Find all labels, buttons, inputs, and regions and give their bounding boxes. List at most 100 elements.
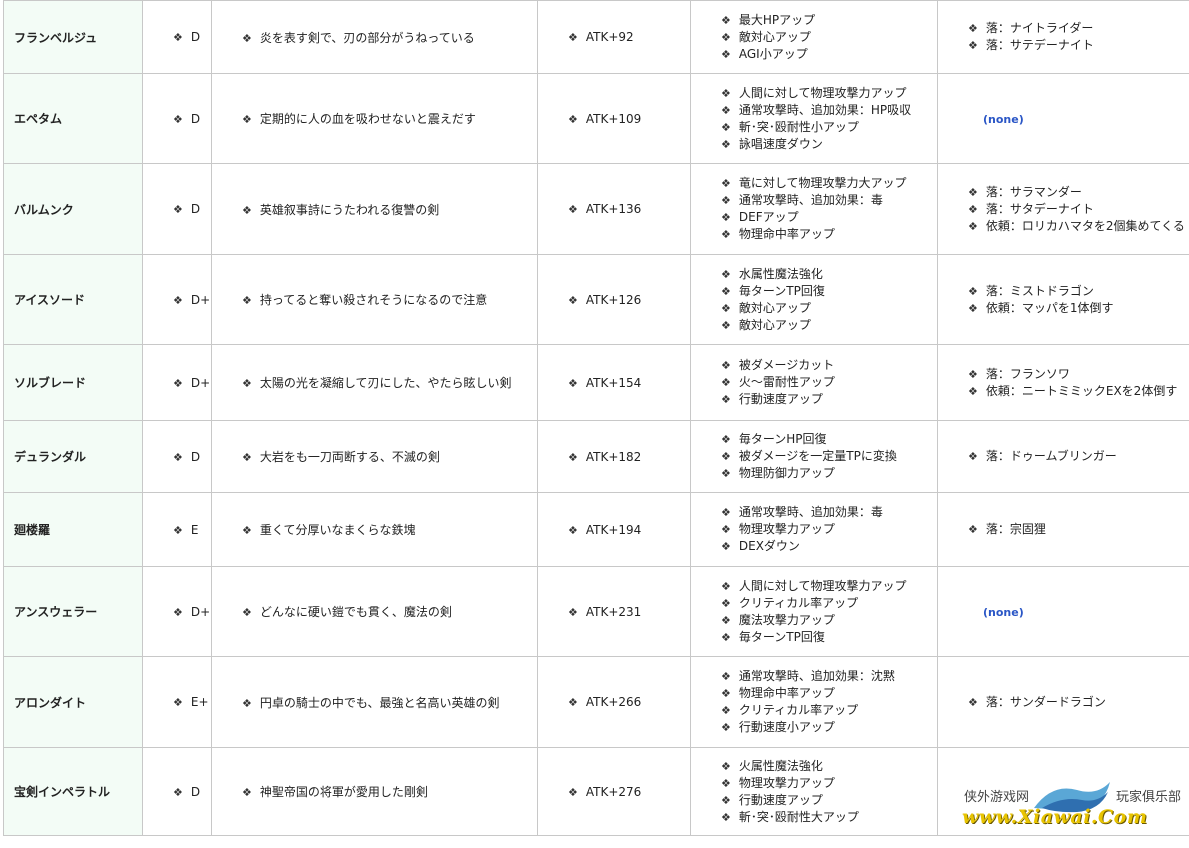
weapon-effect-cell: 通常攻撃時、追加効果：毒物理攻撃力アップDEXダウン bbox=[690, 492, 938, 567]
weapon-rank-cell: D bbox=[142, 420, 212, 493]
weapon-atk-cell: ATK+126 bbox=[537, 254, 691, 345]
table-row: アンスウェラー D+ どんなに硬い鎧でも貫く、魔法の剣 ATK+231 人間に対して物理… bbox=[3, 566, 1189, 657]
weapon-effect-item: 人間に対して物理攻撃力アップ bbox=[721, 578, 937, 595]
weapon-description: 神聖帝国の将軍が愛用した剛剣 bbox=[242, 785, 428, 799]
weapon-effect-item: 物理命中率アップ bbox=[721, 226, 937, 243]
weapon-rank: D+ bbox=[173, 605, 210, 619]
weapon-atk: ATK+194 bbox=[568, 523, 641, 537]
weapon-effect-list: 毎ターンHP回復被ダメージを一定量TPに変換物理防御力アップ bbox=[721, 431, 937, 482]
weapon-table: フランベルジュ D 炎を表す剣で、刃の部分がうねっている ATK+92 最大HPアップ敵… bbox=[3, 0, 1189, 836]
weapon-source-list: 落：サラマンダー落：サタデーナイト依頼：ロリカハマタを2個集めてくる bbox=[968, 184, 1189, 235]
weapon-rank: D bbox=[173, 450, 200, 464]
weapon-description: 炎を表す剣で、刃の部分がうねっている bbox=[242, 31, 475, 45]
weapon-rank-cell: D bbox=[142, 0, 212, 74]
weapon-effect-cell: 通常攻撃時、追加効果：沈黙物理命中率アップクリティカル率アップ行動速度小アップ bbox=[690, 656, 938, 748]
weapon-rank: D+ bbox=[173, 293, 210, 307]
weapon-description: 持ってると奪い殺されそうになるので注意 bbox=[242, 293, 487, 307]
weapon-name: アンスウェラー bbox=[14, 605, 98, 619]
weapon-source-cell: 落：フランソワ依頼：ニートミミックEXを2体倒す bbox=[937, 344, 1189, 421]
weapon-description-cell: 英雄叙事詩にうたわれる復讐の剣 bbox=[211, 163, 538, 255]
weapon-name-cell: フランベルジュ bbox=[3, 0, 143, 74]
weapon-effect-item: 毎ターンTP回復 bbox=[721, 283, 937, 300]
weapon-effect-item: 人間に対して物理攻撃力アップ bbox=[721, 85, 937, 102]
weapon-atk: ATK+154 bbox=[568, 376, 641, 390]
weapon-source-item: 落：サンダードラゴン bbox=[968, 694, 1189, 711]
weapon-effect-item: 行動速度アップ bbox=[721, 792, 937, 809]
weapon-effect-item: 通常攻撃時、追加効果：HP吸収 bbox=[721, 102, 937, 119]
weapon-rank: D bbox=[173, 202, 200, 216]
weapon-effect-item: 通常攻撃時、追加効果：毒 bbox=[721, 192, 937, 209]
weapon-atk: ATK+92 bbox=[568, 30, 634, 44]
weapon-name-cell: アンスウェラー bbox=[3, 566, 143, 657]
weapon-effect-item: 斬･突･殴耐性大アップ bbox=[721, 809, 937, 826]
weapon-source-item: 依頼：ロリカハマタを2個集めてくる bbox=[968, 218, 1189, 235]
weapon-source-item: 落：サテデーナイト bbox=[968, 37, 1189, 54]
weapon-atk-cell: ATK+182 bbox=[537, 420, 691, 493]
weapon-effect-cell: 最大HPアップ敵対心アップAGI小アップ bbox=[690, 0, 938, 74]
weapon-source-item: 落：サタデーナイト bbox=[968, 201, 1189, 218]
weapon-atk: ATK+276 bbox=[568, 785, 641, 799]
weapon-effect-item: 物理攻撃力アップ bbox=[721, 775, 937, 792]
weapon-description-cell: 円卓の騎士の中でも、最強と名高い英雄の剣 bbox=[211, 656, 538, 748]
weapon-atk: ATK+109 bbox=[568, 112, 641, 126]
weapon-source-cell: 落：サンダードラゴン bbox=[937, 656, 1189, 748]
weapon-source-cell: 落：宗固狸 bbox=[937, 492, 1189, 567]
weapon-atk: ATK+182 bbox=[568, 450, 641, 464]
weapon-name-cell: アイスソード bbox=[3, 254, 143, 345]
weapon-source-list: 落：フランソワ依頼：ニートミミックEXを2体倒す bbox=[968, 366, 1189, 400]
weapon-rank-cell: D bbox=[142, 163, 212, 255]
weapon-effect-list: 通常攻撃時、追加効果：沈黙物理命中率アップクリティカル率アップ行動速度小アップ bbox=[721, 668, 937, 736]
weapon-effect-item: 詠唱速度ダウン bbox=[721, 136, 937, 153]
weapon-rank-cell: D+ bbox=[142, 254, 212, 345]
weapon-name-cell: ソルブレード bbox=[3, 344, 143, 421]
weapon-description: 大岩をも一刀両断する、不滅の剣 bbox=[242, 450, 440, 464]
weapon-effect-list: 通常攻撃時、追加効果：毒物理攻撃力アップDEXダウン bbox=[721, 504, 937, 555]
weapon-source-cell: 落：ミストドラゴン依頼：マッパを1体倒す bbox=[937, 254, 1189, 345]
weapon-name: バルムンク bbox=[14, 202, 74, 217]
weapon-rank: D bbox=[173, 30, 200, 44]
weapon-source-item: 落：フランソワ bbox=[968, 366, 1189, 383]
weapon-rank-cell: E bbox=[142, 492, 212, 567]
weapon-effect-cell: 人間に対して物理攻撃力アップ通常攻撃時、追加効果：HP吸収斬･突･殴耐性小アップ… bbox=[690, 73, 938, 164]
weapon-description-cell: 重くて分厚いなまくらな鉄塊 bbox=[211, 492, 538, 567]
table-row: アロンダイト E+ 円卓の騎士の中でも、最強と名高い英雄の剣 ATK+266 通常攻撃時… bbox=[3, 656, 1189, 748]
weapon-description-cell: 炎を表す剣で、刃の部分がうねっている bbox=[211, 0, 538, 74]
weapon-name: デュランダル bbox=[14, 450, 87, 464]
weapon-effect-item: 物理攻撃力アップ bbox=[721, 521, 937, 538]
weapon-effect-item: 毎ターンTP回復 bbox=[721, 629, 937, 646]
weapon-name: アイスソード bbox=[14, 293, 86, 307]
weapon-effect-item: 火属性魔法強化 bbox=[721, 758, 937, 775]
weapon-description-cell: どんなに硬い鎧でも貫く、魔法の剣 bbox=[211, 566, 538, 657]
weapon-name-cell: 宝剣インペラトル bbox=[3, 747, 143, 836]
weapon-description: 英雄叙事詩にうたわれる復讐の剣 bbox=[242, 203, 439, 217]
weapon-rank-cell: D bbox=[142, 747, 212, 836]
weapon-effect-item: 敵対心アップ bbox=[721, 317, 937, 334]
weapon-source-item: 落：宗固狸 bbox=[968, 521, 1189, 538]
table-row: 廻楼羅 E 重くて分厚いなまくらな鉄塊 ATK+194 通常攻撃時、追加効果：毒物理攻撃… bbox=[3, 492, 1189, 567]
weapon-source-list: 落：サンダードラゴン bbox=[968, 694, 1189, 711]
weapon-source-cell: (none) bbox=[937, 566, 1189, 657]
weapon-effect-item: 斬･突･殴耐性小アップ bbox=[721, 119, 937, 136]
weapon-effect-cell: 竜に対して物理攻撃力大アップ通常攻撃時、追加効果：毒DEFアップ物理命中率アップ bbox=[690, 163, 938, 255]
weapon-rank: D+ bbox=[173, 376, 210, 390]
weapon-rank-cell: D bbox=[142, 73, 212, 164]
weapon-atk: ATK+136 bbox=[568, 202, 641, 216]
weapon-name-cell: エペタム bbox=[3, 73, 143, 164]
weapon-source-cell: 落：サラマンダー落：サタデーナイト依頼：ロリカハマタを2個集めてくる bbox=[937, 163, 1189, 255]
weapon-source-list: 落：ナイトライダー落：サテデーナイト bbox=[968, 20, 1189, 54]
watermark-url: www.Xiawai.Com bbox=[962, 806, 1148, 828]
weapon-source-list: 落：宗固狸 bbox=[968, 521, 1189, 538]
weapon-source-item: 落：ドゥームブリンガー bbox=[968, 448, 1189, 465]
weapon-source-list: 落：ドゥームブリンガー bbox=[968, 448, 1189, 465]
weapon-name: フランベルジュ bbox=[14, 30, 98, 45]
weapon-effect-cell: 人間に対して物理攻撃力アップクリティカル率アップ魔法攻撃力アップ毎ターンTP回復 bbox=[690, 566, 938, 657]
weapon-source-item: 依頼：ニートミミックEXを2体倒す bbox=[968, 383, 1189, 400]
weapon-name: エペタム bbox=[14, 112, 63, 126]
weapon-effect-item: 毎ターンHP回復 bbox=[721, 431, 937, 448]
table-row: デュランダル D 大岩をも一刀両断する、不滅の剣 ATK+182 毎ターンHP回復被ダメ… bbox=[3, 420, 1189, 493]
weapon-effect-cell: 被ダメージカット火～雷耐性アップ行動速度アップ bbox=[690, 344, 938, 421]
weapon-name: 廻楼羅 bbox=[14, 523, 51, 537]
weapon-description-cell: 持ってると奪い殺されそうになるので注意 bbox=[211, 254, 538, 345]
weapon-effect-list: 火属性魔法強化物理攻撃力アップ行動速度アップ斬･突･殴耐性大アップ bbox=[721, 758, 937, 826]
weapon-source-item: 落：ミストドラゴン bbox=[968, 283, 1189, 300]
